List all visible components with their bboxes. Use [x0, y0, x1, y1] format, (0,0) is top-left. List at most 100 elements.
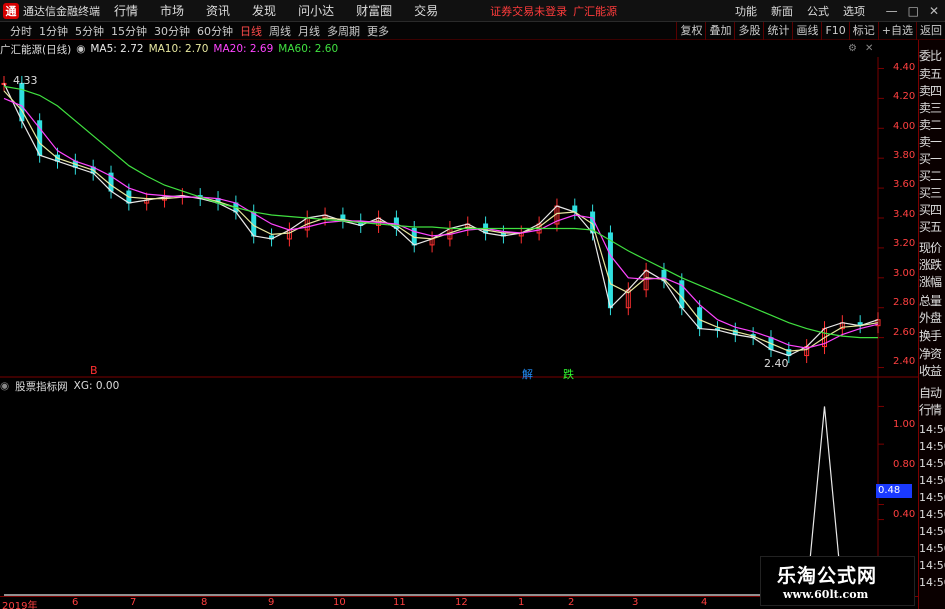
- stock-title: 广汇能源: [573, 4, 618, 18]
- high-price-annotation: 4.33: [13, 74, 38, 87]
- price-tick: 4.40: [893, 62, 916, 73]
- chart-corner-icons: ⚙ ✕: [840, 43, 873, 54]
- settings-icon[interactable]: ⚙: [848, 43, 857, 54]
- tick-time: 14:50: [919, 542, 945, 555]
- low-price-annotation: 2.40: [764, 357, 789, 370]
- legend-ma10: MA10: 2.70: [148, 43, 209, 55]
- ma-line-ma5: [3, 83, 879, 357]
- period-intraday[interactable]: 分时: [10, 23, 32, 39]
- side-item[interactable]: 收益: [919, 363, 945, 380]
- menu-trade[interactable]: 交易: [414, 2, 438, 19]
- period-15min[interactable]: 15分钟: [111, 23, 147, 39]
- menu-wealth-circle[interactable]: 财富圈: [356, 2, 392, 19]
- close-icon[interactable]: ✕: [929, 4, 939, 18]
- statistics-button[interactable]: 统计: [763, 22, 792, 40]
- tick-time: 14:50: [919, 576, 945, 589]
- tick-time: 14:50: [919, 423, 945, 436]
- overlay-button[interactable]: 叠加: [705, 22, 734, 40]
- side-item[interactable]: 净资: [919, 346, 945, 363]
- side-item[interactable]: 买二: [919, 168, 945, 185]
- menu-new-page[interactable]: 新面: [771, 3, 793, 19]
- period-30min[interactable]: 30分钟: [154, 23, 190, 39]
- expand-icon[interactable]: ✕: [865, 43, 873, 54]
- period-toolbar: 分时 1分钟 5分钟 15分钟 30分钟 60分钟 日线 周线 月线 多周期 更…: [0, 22, 945, 40]
- menu-formula[interactable]: 公式: [807, 3, 829, 19]
- x-tick: 1: [518, 597, 525, 608]
- legend-toggle-icon[interactable]: ◉: [76, 43, 85, 55]
- side-item[interactable]: 现价: [919, 240, 945, 257]
- price-tick: 3.80: [893, 150, 916, 161]
- side-tab-auto[interactable]: 自动: [919, 385, 945, 402]
- period-5min[interactable]: 5分钟: [75, 23, 104, 39]
- menu-news[interactable]: 资讯: [206, 2, 230, 19]
- app-logo-icon: 通: [3, 2, 19, 19]
- x-tick: 8: [201, 597, 208, 608]
- side-item[interactable]: 买五: [919, 219, 945, 236]
- login-status[interactable]: 证券交易未登录: [490, 3, 567, 19]
- candle-body: [607, 232, 613, 309]
- menu-discover[interactable]: 发现: [252, 2, 276, 19]
- watermark-title: 乐淘公式网: [777, 565, 878, 587]
- side-item[interactable]: 买一: [919, 151, 945, 168]
- menu-ask-xiaoda[interactable]: 问小达: [298, 2, 334, 19]
- sub-tick: 0.80: [893, 459, 916, 470]
- menu-function[interactable]: 功能: [735, 3, 757, 19]
- side-item[interactable]: 换手: [919, 328, 945, 345]
- side-item[interactable]: 卖二: [919, 117, 945, 134]
- tick-time: 14:50: [919, 474, 945, 487]
- sub-current-value: 0.48: [876, 484, 912, 498]
- side-item[interactable]: 卖五: [919, 66, 945, 83]
- period-daily[interactable]: 日线: [240, 23, 262, 39]
- watermark-url: www.60lt.com: [783, 588, 869, 601]
- menu-bar: 通 通达信金融终端 行情 市场 资讯 发现 问小达 财富圈 交易 证券交易未登录…: [0, 0, 945, 22]
- side-item[interactable]: 卖一: [919, 134, 945, 151]
- maximize-icon[interactable]: □: [908, 4, 919, 18]
- x-tick: 11: [393, 597, 406, 608]
- price-tick: 3.60: [893, 179, 916, 190]
- watermark: 乐淘公式网 www.60lt.com: [760, 556, 915, 606]
- toolbar-right: 复权 叠加 多股 统计 画线 F10 标记 +自选 返回: [676, 22, 945, 40]
- side-item[interactable]: 卖三: [919, 100, 945, 117]
- side-item[interactable]: 涨幅: [919, 274, 945, 291]
- adjust-button[interactable]: 复权: [676, 22, 705, 40]
- menu-options[interactable]: 选项: [843, 3, 865, 19]
- period-multi[interactable]: 多周期: [327, 23, 360, 39]
- period-more[interactable]: 更多: [367, 23, 389, 39]
- side-item[interactable]: 外盘: [919, 310, 945, 327]
- f10-button[interactable]: F10: [821, 22, 848, 40]
- period-60min[interactable]: 60分钟: [197, 23, 233, 39]
- price-tick: 4.00: [893, 121, 916, 132]
- sub-indicator-value: XG: 0.00: [73, 380, 120, 392]
- back-button[interactable]: 返回: [916, 22, 945, 40]
- side-item[interactable]: 卖四: [919, 83, 945, 100]
- side-item[interactable]: 买三: [919, 185, 945, 202]
- x-tick: 7: [130, 597, 137, 608]
- x-tick: 9: [268, 597, 275, 608]
- side-item[interactable]: 总量: [919, 293, 945, 310]
- sub-toggle-icon[interactable]: ◉: [0, 380, 9, 392]
- period-1min[interactable]: 1分钟: [39, 23, 68, 39]
- period-monthly[interactable]: 月线: [298, 23, 320, 39]
- sub-indicator-name[interactable]: 股票指标网: [15, 379, 68, 394]
- kline-chart[interactable]: [0, 57, 918, 597]
- menu-market[interactable]: 市场: [160, 2, 184, 19]
- mark-button[interactable]: 标记: [848, 22, 878, 40]
- side-item[interactable]: 委比: [919, 48, 945, 65]
- tick-time: 14:50: [919, 491, 945, 504]
- draw-line-button[interactable]: 画线: [792, 22, 821, 40]
- app-window: 通 通达信金融终端 行情 市场 资讯 发现 问小达 财富圈 交易 证券交易未登录…: [0, 0, 945, 609]
- menu-market-quotes[interactable]: 行情: [114, 2, 138, 19]
- multi-stock-button[interactable]: 多股: [734, 22, 763, 40]
- side-tab-quotes[interactable]: 行情: [919, 402, 945, 419]
- price-tick: 2.40: [893, 356, 916, 367]
- side-item[interactable]: 买四: [919, 202, 945, 219]
- side-item[interactable]: 涨跌: [919, 257, 945, 274]
- minimize-icon[interactable]: —: [886, 4, 898, 18]
- chart-name[interactable]: 广汇能源(日线): [0, 42, 71, 57]
- add-watchlist-button[interactable]: +自选: [877, 22, 916, 40]
- quote-side-panel: 委比 卖五 卖四 卖三 卖二 卖一 买一 买二 买三 买四 买五 现价 涨跌 涨…: [918, 40, 945, 609]
- x-tick: 2: [568, 597, 575, 608]
- tick-time: 14:50: [919, 559, 945, 572]
- sub-indicator-header: ◉ 股票指标网 XG: 0.00: [0, 379, 125, 393]
- period-weekly[interactable]: 周线: [269, 23, 291, 39]
